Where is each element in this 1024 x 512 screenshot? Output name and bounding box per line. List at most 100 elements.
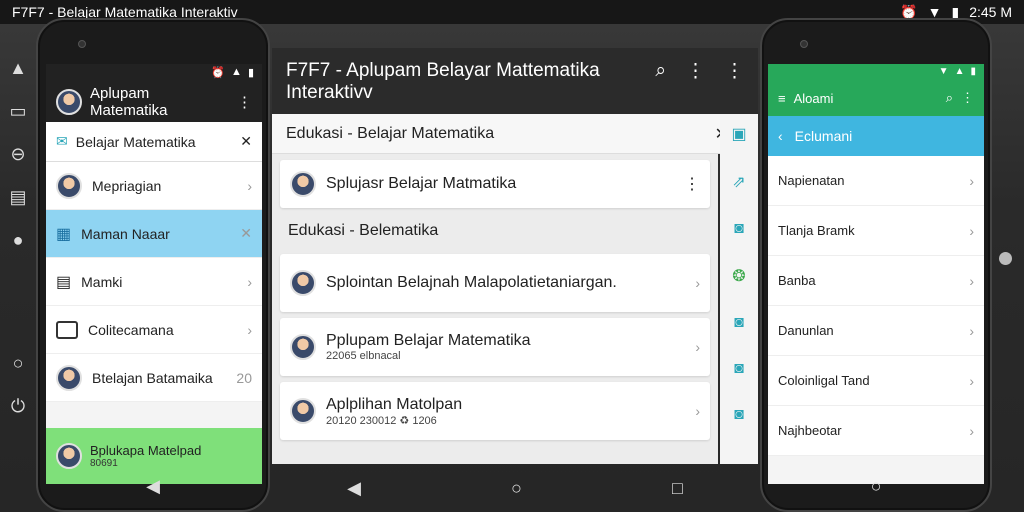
camera-icon[interactable]: ◙ <box>734 314 744 332</box>
overflow-menu-icon[interactable]: ⋮ <box>961 90 974 106</box>
list-item-label: Danunlan <box>778 323 834 338</box>
box-icon <box>56 320 78 339</box>
dot-icon[interactable]: ● <box>8 230 28 251</box>
card-sub: 22065 elbnacal <box>326 350 401 362</box>
right-subheader: ‹ Eclumani <box>768 116 984 156</box>
camera-icon <box>78 40 86 48</box>
chevron-right-icon: › <box>969 372 974 389</box>
list-item-label: Maman Naaar <box>81 225 170 242</box>
list-item[interactable]: Colitecamana › <box>46 306 262 354</box>
circle-icon[interactable]: ○ <box>8 353 28 374</box>
chevron-right-icon: › <box>247 273 252 290</box>
list-item-label: Najhbeotar <box>778 423 842 438</box>
middle-title: F7F7 - Aplupam Belayar Mattematika Inter… <box>286 60 600 103</box>
middle-list: Splujasr Belajar Matmatika ⋮ Edukasi - B… <box>272 154 718 464</box>
desktop-stage: F7F7 - Belajar Matematika Interaktiv ⏰ ▼… <box>0 0 1024 512</box>
camera-icon <box>800 40 808 48</box>
card-title: Pplupam Belajar Matematika <box>326 332 531 349</box>
power-icon[interactable]: ⏻ <box>8 396 28 417</box>
chevron-right-icon: › <box>247 321 252 338</box>
middle-search-bar[interactable]: Edukasi - Belajar Matematika ✕ <box>272 114 742 154</box>
list-item[interactable]: Napienatan › <box>768 156 984 206</box>
middle-side-icons: ▣ ⇗ ◙ ❂ ◙ ◙ ◙ <box>720 114 758 464</box>
list-item-label: Coloinligal Tand <box>778 373 870 388</box>
left-app-title: Aplupam Matematika <box>90 85 168 119</box>
menu-icon[interactable]: ≡ <box>778 91 786 106</box>
card-sub: 20120 230012 ♻ 1206 <box>326 414 437 427</box>
left-search-bar[interactable]: ✉ Belajar Matematika ✕ <box>46 122 262 162</box>
overflow-menu-icon[interactable]: ⋮ <box>684 174 700 194</box>
overflow-menu-icon[interactable]: ⋮ <box>686 60 705 83</box>
clock: 2:45 M <box>969 4 1012 20</box>
share-icon[interactable]: ⇗ <box>732 172 745 192</box>
clipboard-icon[interactable]: ▤ <box>8 187 28 208</box>
grid-icon: ▦ <box>56 225 72 243</box>
chevron-right-icon: › <box>695 339 700 355</box>
green-item-title: Bplukapa Matelpad <box>90 443 202 458</box>
right-nav-bar: ○ <box>762 462 990 510</box>
count-badge: 20 <box>236 369 252 386</box>
overflow-menu-icon[interactable]: ⋮ <box>725 60 744 83</box>
camera-icon[interactable]: ◙ <box>734 360 744 378</box>
right-phone-screen: ▼ ▲ ▮ ≡ Aloami ⌕ ⋮ ‹ Eclumani Napienatan › … <box>768 64 984 484</box>
avatar <box>290 398 316 424</box>
camera-icon[interactable]: ◙ <box>734 220 744 238</box>
list-item-selected[interactable]: ▦ Maman Naaar ✕ <box>46 210 262 258</box>
avatar <box>290 334 316 360</box>
recents-icon[interactable]: □ <box>672 478 683 499</box>
card[interactable]: Aplplihan Matolpan 20120 230012 ♻ 1206 › <box>280 382 710 440</box>
chevron-right-icon: › <box>969 322 974 339</box>
section-header: Edukasi - Belematika <box>288 222 439 239</box>
search-icon[interactable]: ⌕ <box>946 90 953 106</box>
list-item[interactable]: Mepriagian › <box>46 162 262 210</box>
chevron-right-icon: › <box>969 172 974 189</box>
overflow-menu-icon[interactable]: ⋮ <box>237 93 252 111</box>
left-nav-bar: ◀ <box>38 462 268 510</box>
left-search-text: Belajar Matematika <box>75 133 196 150</box>
list-item[interactable]: Tlanja Bramk › <box>768 206 984 256</box>
list-item[interactable]: Btelajan Batamaika 20 <box>46 354 262 402</box>
list-item-label: Tlanja Bramk <box>778 223 855 238</box>
left-appbar: Aplupam Matematika ⋮ <box>46 82 262 122</box>
middle-nav-bar: ◀ ○ □ <box>272 464 758 512</box>
search-icon[interactable]: ⌕ <box>655 60 666 83</box>
list-item[interactable]: Coloinligal Tand › <box>768 356 984 406</box>
close-icon[interactable]: ✕ <box>240 225 252 242</box>
card[interactable]: Splujasr Belajar Matmatika ⋮ <box>280 160 710 208</box>
list-item-label: Btelajan Batamaika <box>92 369 213 386</box>
chevron-right-icon: › <box>969 422 974 439</box>
back-icon[interactable]: ◀ <box>347 478 361 499</box>
minus-icon[interactable]: ⊖ <box>8 144 28 165</box>
close-icon[interactable]: ✕ <box>240 133 252 150</box>
right-phone: ▼ ▲ ▮ ≡ Aloami ⌕ ⋮ ‹ Eclumani Napienatan › … <box>760 18 992 512</box>
middle-appbar: F7F7 - Aplupam Belayar Mattematika Inter… <box>272 48 758 114</box>
home-icon[interactable]: ○ <box>511 478 522 499</box>
list-item[interactable]: Najhbeotar › <box>768 406 984 456</box>
list-item[interactable]: ▤ Mamki › <box>46 258 262 306</box>
card[interactable]: Splointan Belajnah Malapolatietaniargan.… <box>280 254 710 312</box>
home-icon[interactable]: ▲ <box>8 58 28 79</box>
leaf-icon[interactable]: ❂ <box>732 266 745 286</box>
list-item-label: Napienatan <box>778 173 845 188</box>
back-arrow-icon[interactable]: ‹ <box>778 128 783 144</box>
home-icon[interactable]: ○ <box>871 476 882 497</box>
card-title: Splointan Belajnah Malapolatietaniargan. <box>326 274 617 291</box>
left-phone-screen: ⏰ ▲ ▮ Aplupam Matematika ⋮ ✉ Belajar Matem… <box>46 64 262 484</box>
phone-status-bar: ⏰ ▲ ▮ <box>46 64 262 82</box>
middle-panel: F7F7 - Aplupam Belayar Mattematika Inter… <box>272 48 758 498</box>
avatar[interactable] <box>56 89 82 115</box>
chevron-right-icon: › <box>247 177 252 194</box>
list-item[interactable]: Banba › <box>768 256 984 306</box>
back-icon[interactable]: ◀ <box>146 476 160 497</box>
image-icon[interactable]: ▣ <box>731 124 746 144</box>
phone-status-bar: ▼ ▲ ▮ <box>768 64 984 80</box>
camera-icon[interactable]: ◙ <box>734 406 744 424</box>
side-dot-icon[interactable] <box>999 252 1012 265</box>
screen-icon[interactable]: ▭ <box>8 101 28 122</box>
avatar <box>56 364 82 391</box>
list-item-label: Mamki <box>81 273 123 290</box>
card[interactable]: Pplupam Belajar Matematika 22065 elbnaca… <box>280 318 710 376</box>
right-appbar: ≡ Aloami ⌕ ⋮ <box>768 80 984 116</box>
list-item[interactable]: Danunlan › <box>768 306 984 356</box>
clipboard-icon: ▤ <box>56 273 72 291</box>
